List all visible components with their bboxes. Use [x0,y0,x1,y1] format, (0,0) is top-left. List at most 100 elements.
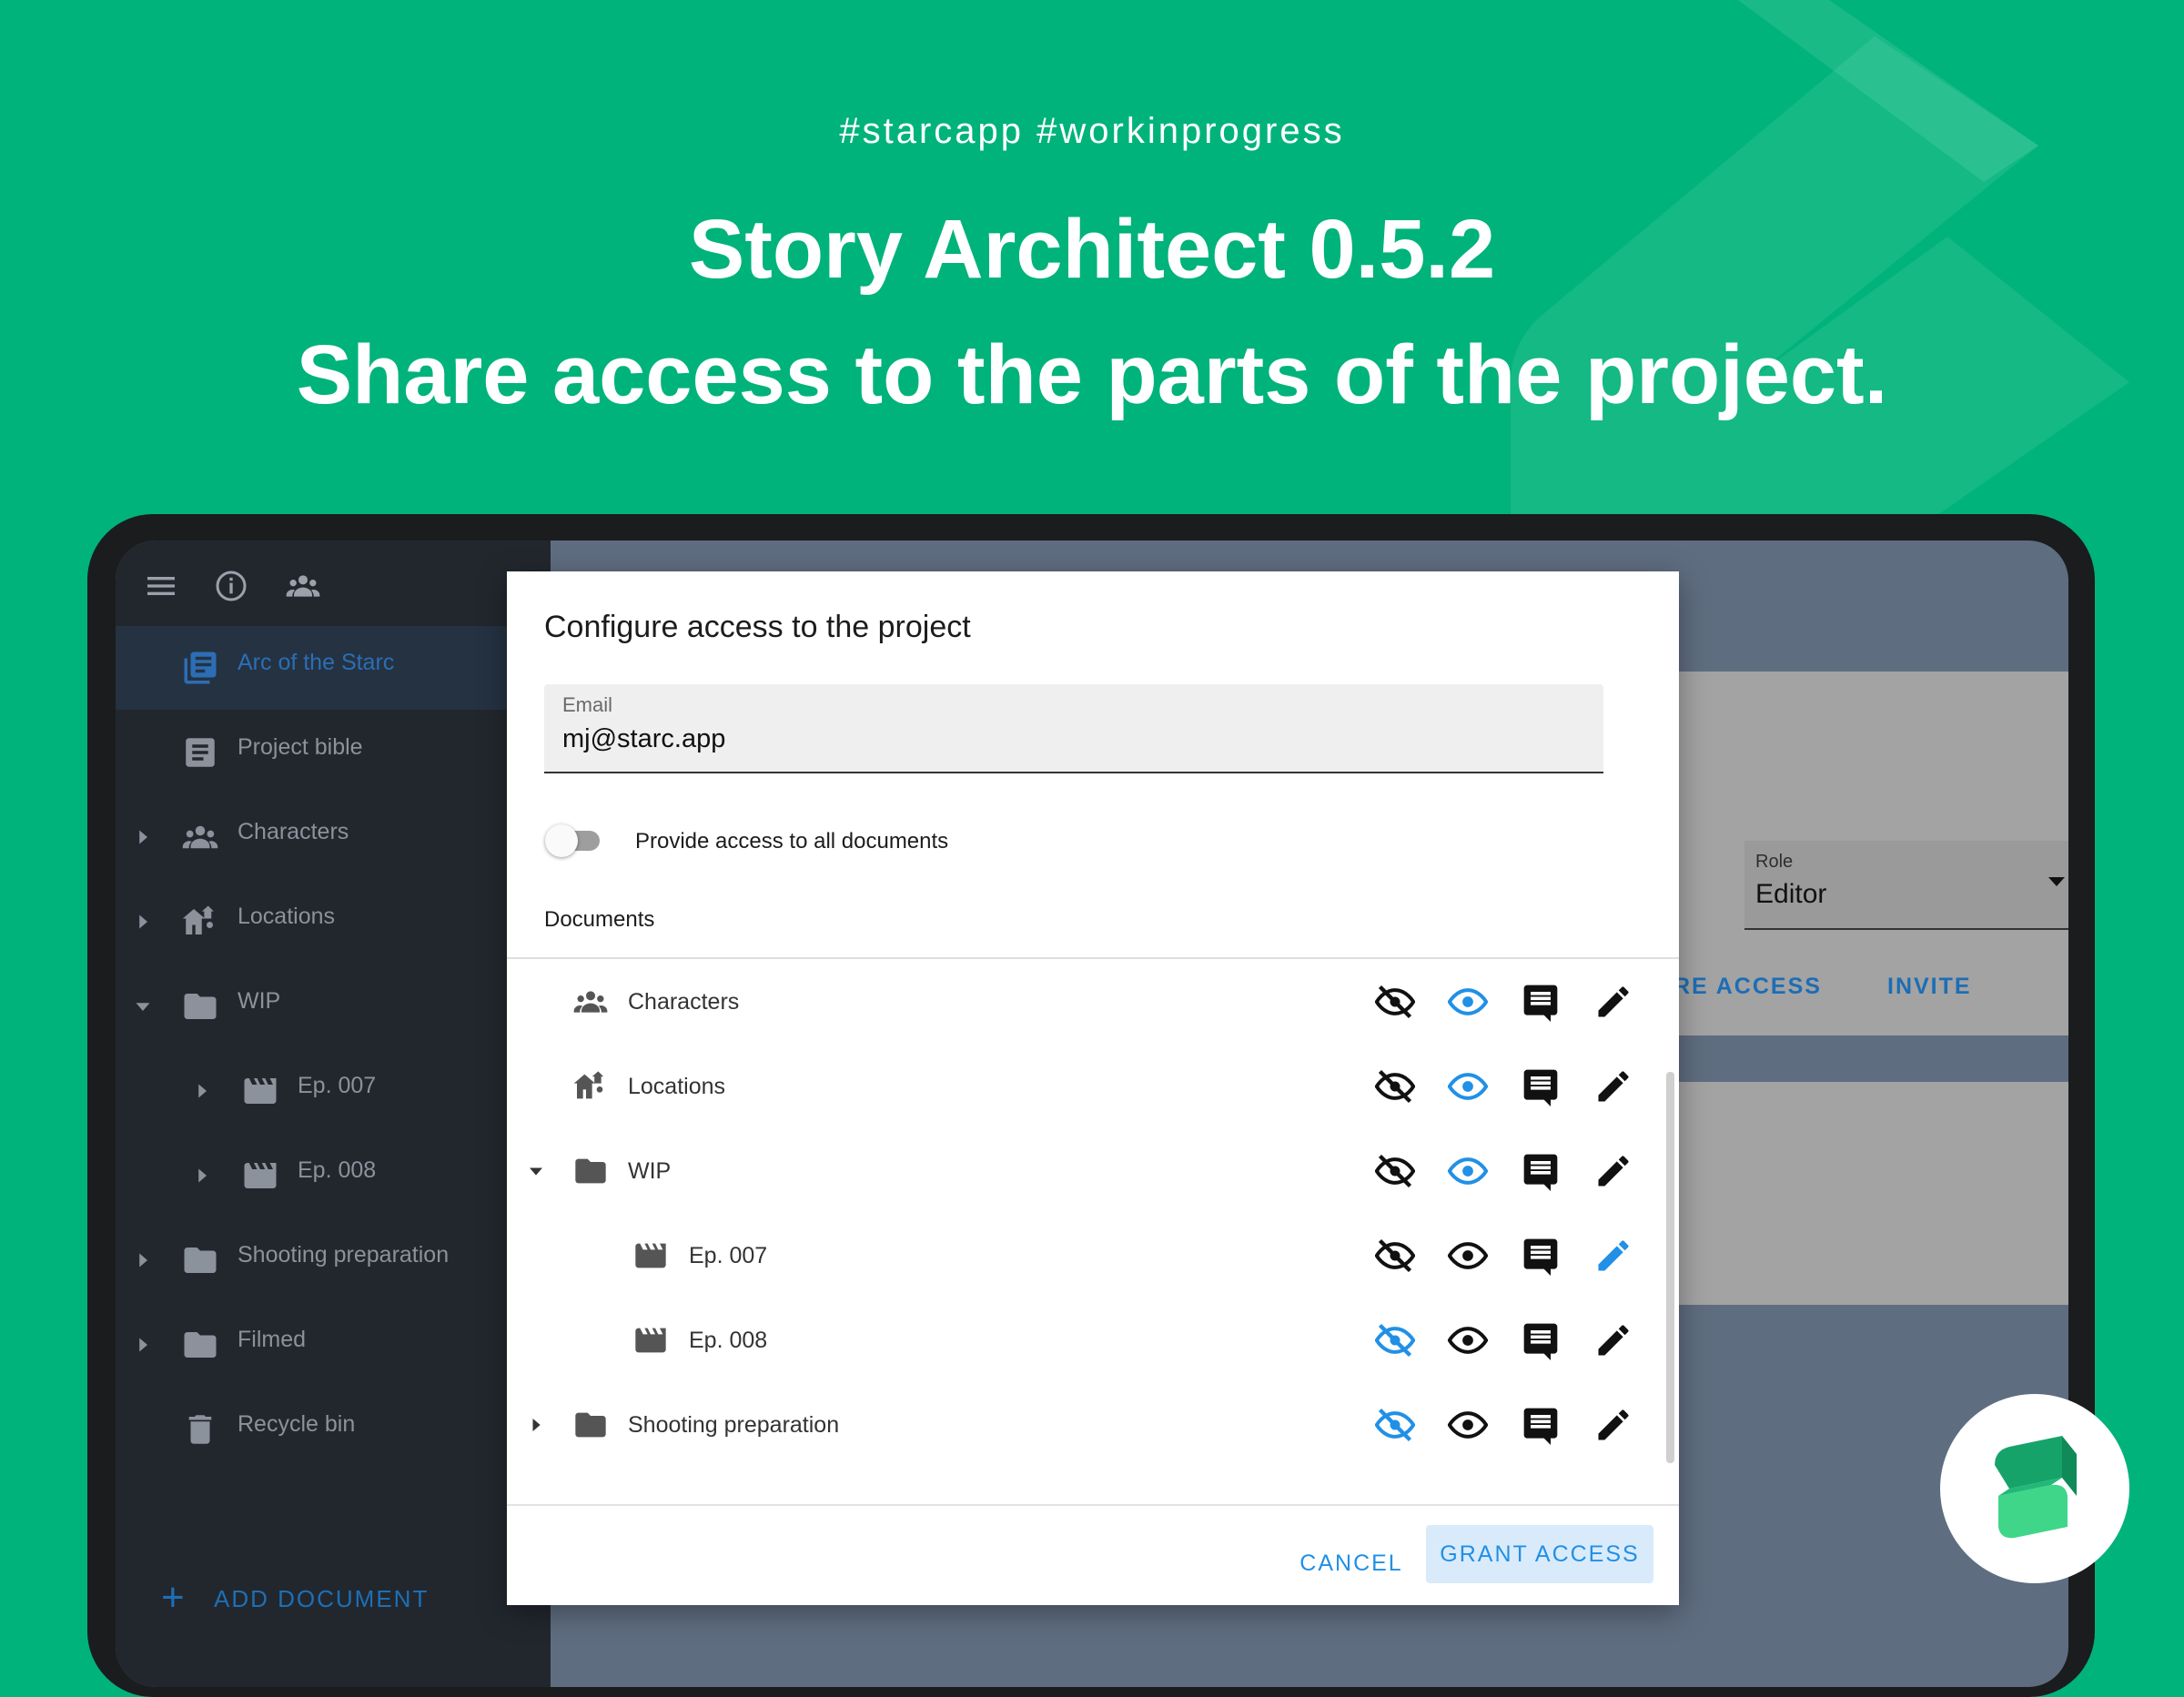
sidebar-item-label: Arc of the Starc [238,650,395,675]
sidebar-item-characters[interactable]: Characters [116,795,551,879]
sidebar-item-label: Ep. 008 [298,1157,377,1183]
folder-icon [572,1407,609,1443]
chevron-right-icon[interactable] [129,1247,157,1274]
email-field[interactable]: Email mj@starc.app [544,684,1603,773]
location-icon [181,903,219,941]
all-documents-toggle[interactable] [545,824,603,857]
configure-access-button[interactable]: RE ACCESS [1673,974,1822,1000]
hidden-icon[interactable] [1374,982,1416,1022]
sidebar: Arc of the Starc Project bible Character… [116,540,551,1687]
sidebar-item-ep-007[interactable]: Ep. 007 [116,1049,551,1133]
hidden-icon[interactable] [1374,1151,1416,1191]
email-value: mj@starc.app [562,724,726,753]
app-logo [1940,1394,2129,1583]
comment-icon[interactable] [1521,1405,1561,1445]
sidebar-item-label: Characters [238,819,349,844]
chevron-right-icon[interactable] [188,1077,216,1105]
folder-icon [572,1153,609,1189]
role-select[interactable]: Role Editor [1744,841,2068,930]
promo-title: Story Architect 0.5.2 [688,203,1496,296]
trash-icon [181,1410,219,1449]
sidebar-item-recycle-bin[interactable]: Recycle bin [116,1388,551,1471]
edit-icon[interactable] [1593,1066,1633,1106]
chevron-down-icon[interactable] [523,1158,549,1184]
item-label: Ep. 008 [689,1328,768,1353]
email-label: Email [562,693,613,716]
sidebar-item-label: Filmed [238,1327,307,1352]
comment-icon[interactable] [1521,1151,1561,1191]
invite-button[interactable]: INVITE [1887,974,1972,1000]
item-label: Ep. 007 [689,1243,768,1268]
hidden-icon[interactable] [1374,1320,1416,1360]
scrollbar[interactable] [1666,1072,1674,1463]
menu-icon[interactable] [143,568,179,604]
location-icon [572,1068,609,1105]
read-icon[interactable] [1447,982,1489,1022]
all-documents-label: Provide access to all documents [635,829,949,854]
chevron-right-icon[interactable] [129,1331,157,1359]
toggle-knob [545,824,578,857]
sidebar-item-locations[interactable]: Locations [116,880,551,964]
plus-icon: + [161,1575,185,1620]
people-icon[interactable] [285,568,321,604]
edit-icon[interactable] [1593,1320,1633,1360]
folder-icon [181,987,219,1025]
chevron-down-icon[interactable] [129,993,157,1020]
info-icon[interactable] [213,568,249,604]
read-icon[interactable] [1447,1405,1489,1445]
read-icon[interactable] [1447,1320,1489,1360]
clapperboard-icon [632,1237,669,1274]
sidebar-item-label: Ep. 007 [298,1073,377,1098]
role-value: Editor [1755,879,1827,909]
app-screen: Arc of the Starc Project bible Character… [116,540,2068,1687]
list-item: WIP [507,1128,1679,1213]
sidebar-item-project-bible[interactable]: Project bible [116,711,551,794]
documents-heading: Documents [544,907,655,932]
grant-access-button[interactable]: GRANT ACCESS [1426,1525,1653,1583]
hashtags: #starcapp #workinprogress [839,111,1345,151]
chevron-right-icon[interactable] [129,823,157,851]
read-icon[interactable] [1447,1066,1489,1106]
sidebar-item-label: WIP [238,988,281,1014]
hidden-icon[interactable] [1374,1405,1416,1445]
sidebar-item-wip[interactable]: WIP [116,965,551,1048]
sidebar-item-label: Shooting preparation [238,1242,450,1268]
comment-icon[interactable] [1521,1236,1561,1276]
edit-icon[interactable] [1593,1151,1633,1191]
read-icon[interactable] [1447,1151,1489,1191]
sidebar-item-filmed[interactable]: Filmed [116,1303,551,1387]
read-icon[interactable] [1447,1236,1489,1276]
add-document-label: ADD DOCUMENT [214,1585,430,1612]
sidebar-item-label: Recycle bin [238,1411,356,1437]
item-label: Shooting preparation [628,1412,840,1438]
edit-icon[interactable] [1593,1405,1633,1445]
people-icon [181,818,219,856]
sidebar-item-shooting-preparation[interactable]: Shooting preparation [116,1218,551,1302]
collaborators-card [1653,1082,2068,1305]
list-item: Ep. 007 [507,1213,1679,1298]
cancel-button[interactable]: CANCEL [1297,1536,1406,1591]
document-icon [181,733,219,772]
clapperboard-icon [632,1322,669,1359]
clapperboard-icon [241,1072,279,1110]
chevron-right-icon[interactable] [523,1412,549,1438]
sidebar-item-ep-008[interactable]: Ep. 008 [116,1134,551,1217]
sidebar-item-project[interactable]: Arc of the Starc [116,626,551,710]
chevron-right-icon[interactable] [188,1162,216,1189]
item-label: WIP [628,1158,672,1184]
comment-icon[interactable] [1521,1066,1561,1106]
list-item: Shooting preparation [507,1382,1679,1467]
sidebar-toolbar [116,540,551,628]
edit-icon[interactable] [1593,1236,1633,1276]
people-icon [572,984,609,1020]
folder-icon [181,1326,219,1364]
chevron-right-icon[interactable] [129,908,157,935]
hidden-icon[interactable] [1374,1066,1416,1106]
comment-icon[interactable] [1521,1320,1561,1360]
sidebar-item-label: Locations [238,904,336,929]
list-item: Locations [507,1044,1679,1128]
comment-icon[interactable] [1521,982,1561,1022]
hidden-icon[interactable] [1374,1236,1416,1276]
edit-icon[interactable] [1593,982,1633,1022]
project-icon [181,649,219,687]
